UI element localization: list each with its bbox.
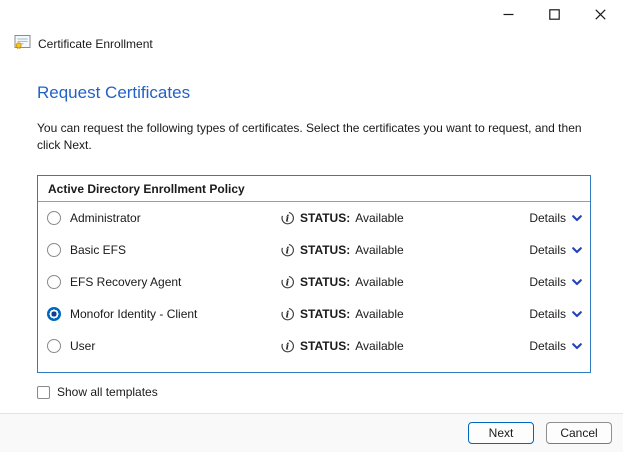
show-all-templates-label: Show all templates: [57, 385, 158, 399]
minimize-button[interactable]: [485, 0, 531, 28]
close-button[interactable]: [577, 0, 623, 28]
details-label: Details: [529, 211, 566, 225]
details-button[interactable]: Details: [504, 211, 582, 225]
details-label: Details: [529, 339, 566, 353]
app-header: Certificate Enrollment: [0, 28, 623, 53]
info-icon: i: [280, 307, 295, 322]
info-icon: i: [280, 211, 295, 226]
titlebar: [0, 0, 623, 28]
template-name[interactable]: Basic EFS: [70, 243, 280, 257]
details-button[interactable]: Details: [504, 243, 582, 257]
template-radio[interactable]: [47, 339, 61, 353]
status-value: Available: [355, 211, 403, 225]
template-radio[interactable]: [47, 275, 61, 289]
show-all-templates-checkbox[interactable]: [37, 386, 50, 399]
details-button[interactable]: Details: [504, 307, 582, 321]
status-label: STATUS:: [300, 211, 350, 225]
status-label: STATUS:: [300, 307, 350, 321]
details-button[interactable]: Details: [504, 339, 582, 353]
info-icon: i: [280, 339, 295, 354]
close-icon: [595, 9, 606, 20]
page-description: You can request the following types of c…: [37, 120, 590, 154]
svg-text:i: i: [286, 309, 290, 320]
show-all-templates-option: Show all templates: [37, 385, 590, 399]
template-row: Monofor Identity - Client i STATUS: Avai…: [38, 298, 590, 330]
svg-text:i: i: [286, 341, 290, 352]
svg-text:i: i: [286, 277, 290, 288]
certificate-enrollment-window: Certificate Enrollment Request Certifica…: [0, 0, 623, 452]
status-value: Available: [355, 307, 403, 321]
details-button[interactable]: Details: [504, 275, 582, 289]
status-label: STATUS:: [300, 339, 350, 353]
status-value: Available: [355, 243, 403, 257]
svg-text:i: i: [286, 213, 290, 224]
template-name[interactable]: Monofor Identity - Client: [70, 307, 280, 321]
policy-panel-header: Active Directory Enrollment Policy: [38, 176, 590, 201]
template-name[interactable]: EFS Recovery Agent: [70, 275, 280, 289]
app-title: Certificate Enrollment: [38, 37, 153, 51]
certificate-icon: [14, 34, 31, 53]
details-label: Details: [529, 275, 566, 289]
chevron-down-icon: [572, 339, 582, 353]
next-button[interactable]: Next: [468, 422, 534, 444]
chevron-down-icon: [572, 307, 582, 321]
template-radio[interactable]: [47, 243, 61, 257]
footer-bar: Next Cancel: [0, 413, 623, 452]
details-label: Details: [529, 243, 566, 257]
template-row: EFS Recovery Agent i STATUS: Available D…: [38, 266, 590, 298]
main-content: Request Certificates You can request the…: [0, 53, 623, 413]
details-label: Details: [529, 307, 566, 321]
policy-panel: Active Directory Enrollment Policy Admin…: [37, 175, 591, 373]
status-value: Available: [355, 275, 403, 289]
template-row: User i STATUS: Available Details: [38, 330, 590, 362]
maximize-button[interactable]: [531, 0, 577, 28]
template-name[interactable]: User: [70, 339, 280, 353]
info-icon: i: [280, 275, 295, 290]
chevron-down-icon: [572, 275, 582, 289]
info-icon: i: [280, 243, 295, 258]
svg-text:i: i: [286, 245, 290, 256]
template-radio[interactable]: [47, 307, 61, 321]
cancel-button[interactable]: Cancel: [546, 422, 612, 444]
minimize-icon: [503, 9, 514, 20]
maximize-icon: [549, 9, 560, 20]
template-row: Basic EFS i STATUS: Available Details: [38, 234, 590, 266]
page-title: Request Certificates: [37, 83, 590, 103]
template-radio[interactable]: [47, 211, 61, 225]
status-label: STATUS:: [300, 275, 350, 289]
template-row: Administrator i STATUS: Available Detail…: [38, 202, 590, 234]
template-name[interactable]: Administrator: [70, 211, 280, 225]
status-label: STATUS:: [300, 243, 350, 257]
status-value: Available: [355, 339, 403, 353]
chevron-down-icon: [572, 243, 582, 257]
template-list: Administrator i STATUS: Available Detail…: [38, 202, 590, 362]
chevron-down-icon: [572, 211, 582, 225]
